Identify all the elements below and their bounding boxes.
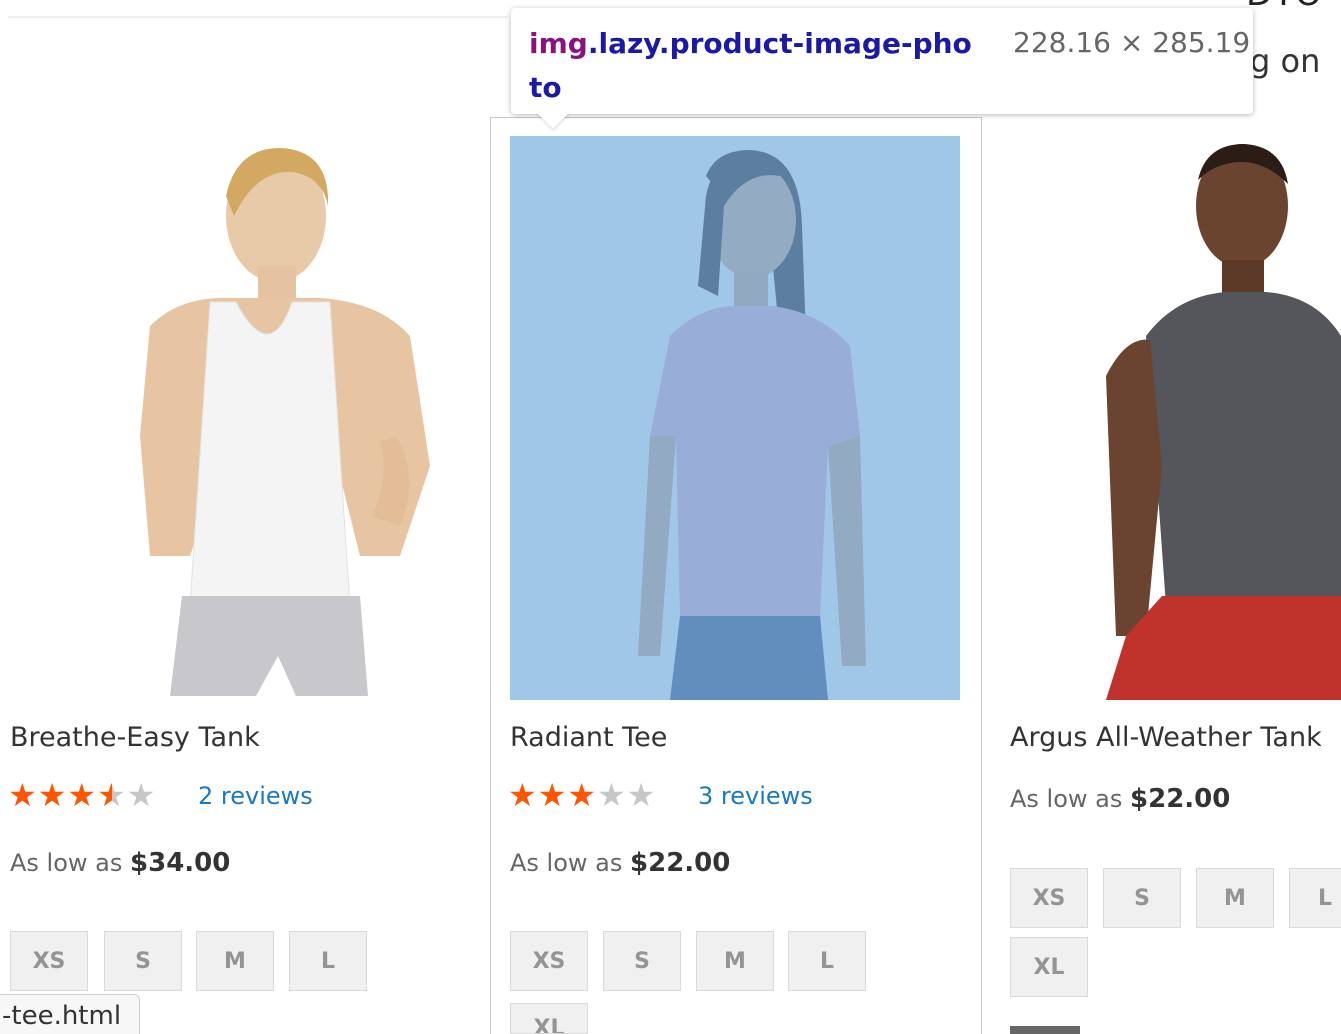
product-name-link[interactable]: Breathe-Easy Tank xyxy=(10,722,260,753)
clipped-text: g on xyxy=(1250,42,1321,80)
selector-tag: img xyxy=(529,27,588,60)
star-icon-full: ★★★ xyxy=(8,776,98,814)
star-icon-empty: ★ xyxy=(126,776,157,814)
size-swatch[interactable]: XS xyxy=(510,931,588,991)
size-swatch[interactable]: S xyxy=(603,931,681,991)
price-label: As low as xyxy=(510,849,623,877)
size-swatch[interactable]: M xyxy=(196,931,274,991)
size-swatch[interactable]: L xyxy=(1289,868,1341,928)
status-bar-url: -tee.html xyxy=(0,994,141,1034)
price-label: As low as xyxy=(10,849,123,877)
size-swatch[interactable]: L xyxy=(289,931,367,991)
rating-stars: ★★★★★ xyxy=(508,776,656,814)
top-divider xyxy=(8,16,508,18)
size-swatch[interactable]: XS xyxy=(1010,868,1088,928)
selector-classes: .lazy.product-image-photo xyxy=(529,27,972,104)
price-value: $22.00 xyxy=(1130,784,1231,814)
size-swatch[interactable]: S xyxy=(104,931,182,991)
size-swatch[interactable]: M xyxy=(696,931,774,991)
tooltip-pointer xyxy=(536,112,570,129)
size-swatch[interactable]: XL xyxy=(1010,937,1088,997)
price-box: As low as $22.00 xyxy=(510,848,730,878)
rating-stars: ★★★★★ xyxy=(8,776,156,814)
reviews-link[interactable]: 3 reviews xyxy=(698,782,813,810)
size-swatch-label: L xyxy=(1318,885,1333,911)
product-name-link[interactable]: Argus All-Weather Tank xyxy=(1010,722,1322,753)
price-box: As low as $34.00 xyxy=(10,848,230,878)
price-value: $34.00 xyxy=(130,848,231,878)
size-swatch[interactable]: XL xyxy=(510,1003,588,1034)
element-inspector-highlight xyxy=(510,136,960,700)
size-swatch[interactable]: L xyxy=(788,931,866,991)
product-name-link[interactable]: Radiant Tee xyxy=(510,722,667,753)
price-box: As low as $22.00 xyxy=(1010,784,1230,814)
product-image-argus-all-weather-tank[interactable] xyxy=(1106,136,1341,700)
size-swatch[interactable]: M xyxy=(1196,868,1274,928)
product-image-breathe-easy-tank[interactable] xyxy=(60,136,500,700)
size-swatch[interactable]: S xyxy=(1103,868,1181,928)
star-icon-half: ★ xyxy=(97,776,127,814)
swatch-partial xyxy=(1010,1026,1080,1034)
reviews-link[interactable]: 2 reviews xyxy=(198,782,313,810)
size-swatch[interactable]: XS xyxy=(10,931,88,991)
inspector-dimensions: 228.16 × 285.19 xyxy=(1013,26,1251,59)
devtools-inspector-tooltip: img.lazy.product-image-photo 228.16 × 28… xyxy=(511,8,1253,114)
star-icon-empty: ★★ xyxy=(597,776,657,814)
price-label: As low as xyxy=(1010,785,1123,813)
clipped-heading: DTO xyxy=(1246,0,1323,14)
price-value: $22.00 xyxy=(630,848,731,878)
inspector-selector: img.lazy.product-image-photo xyxy=(529,22,979,110)
star-icon-full: ★★★ xyxy=(508,776,598,814)
